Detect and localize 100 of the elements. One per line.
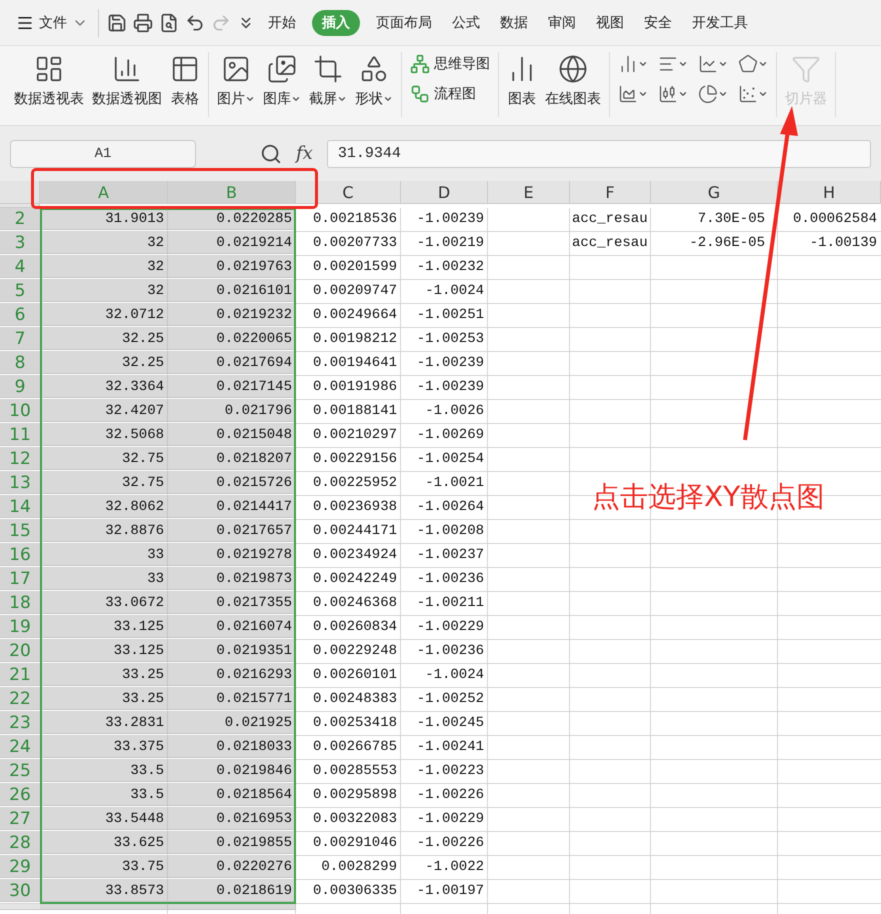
table-cell-text: -1.0024 (424, 282, 485, 300)
ribbon-tab[interactable]: 公式 (448, 10, 484, 36)
ribbon-tab[interactable]: 页面布局 (372, 10, 436, 36)
table-cell-text: -1.00219 (416, 234, 485, 252)
ribbon-button[interactable]: 图表 (505, 52, 539, 110)
table-cell: 32.25 (40, 352, 168, 374)
table-cell-text: 0.00306335 (312, 882, 398, 900)
ribbon-tab[interactable]: 视图 (592, 10, 628, 36)
row-header[interactable]: 3 (0, 232, 40, 254)
row-header[interactable]: 21 (0, 664, 40, 686)
ribbon-tab[interactable]: 安全 (640, 10, 676, 36)
ribbon-tab[interactable]: 插入 (312, 10, 360, 36)
column-header[interactable]: D (401, 181, 488, 204)
ribbon-button[interactable]: 表格 (168, 52, 202, 110)
ribbon-button[interactable]: 数据透视表 (12, 52, 86, 110)
table-cell: 32 (40, 232, 168, 254)
row-header[interactable]: 15 (0, 520, 40, 542)
table-cell-text: -1.00211 (416, 594, 485, 612)
row-header[interactable]: 9 (0, 376, 40, 398)
ribbon-button[interactable]: 数据透视图 (90, 52, 164, 110)
column-header[interactable]: B (168, 181, 296, 204)
ribbon-tab[interactable]: 审阅 (544, 10, 580, 36)
insert-function-button[interactable]: fx (296, 143, 313, 164)
column-header[interactable]: H (778, 181, 881, 204)
row-header[interactable]: 20 (0, 640, 40, 662)
file-menu[interactable]: 文件 (12, 6, 92, 38)
caret-icon (291, 94, 301, 104)
row-header[interactable]: 16 (0, 544, 40, 566)
table-cell: 33.25 (40, 688, 168, 710)
row-header[interactable]: 25 (0, 760, 40, 782)
table-cell: 32.3364 (40, 376, 168, 398)
table-cell: 0.0218207 (168, 448, 296, 470)
row-header[interactable]: 2 (0, 208, 40, 230)
row-header[interactable]: 10 (0, 400, 40, 422)
row-header[interactable]: 6 (0, 304, 40, 326)
table-cell-text: -1.00236 (416, 642, 485, 660)
ribbon-button[interactable]: 图库 (261, 52, 303, 110)
table-cell-text: -1.00223 (416, 762, 485, 780)
table-cell-text: -1.00252 (416, 690, 485, 708)
scatter-chart-icon (738, 84, 758, 104)
table-cell-text: 0.00207733 (312, 234, 398, 252)
table-cell-text: -1.00251 (416, 306, 485, 324)
table-cell-text: 0.00246368 (312, 594, 398, 612)
column-header[interactable]: C (296, 181, 401, 204)
table-cell: 0.0216953 (168, 808, 296, 830)
row-header[interactable]: 30 (0, 880, 40, 902)
table-cell: 0.0216293 (168, 664, 296, 686)
table-cell: 0.0215048 (168, 424, 296, 446)
row-header[interactable]: 4 (0, 256, 40, 278)
row-header[interactable]: 28 (0, 832, 40, 854)
row-header[interactable]: 26 (0, 784, 40, 806)
table-cell: 0.0219278 (168, 544, 296, 566)
shapes-icon (359, 54, 389, 84)
table-cell: 0.0217355 (168, 592, 296, 614)
search-icon[interactable] (260, 142, 282, 164)
row-header[interactable]: 12 (0, 448, 40, 470)
row-header[interactable]: 5 (0, 280, 40, 302)
ribbon-tab[interactable]: 开发工具 (688, 10, 752, 36)
ribbon-button[interactable]: 思维导图 (408, 52, 492, 76)
ribbon-button[interactable]: 截屏 (307, 52, 349, 110)
row-header[interactable]: 18 (0, 592, 40, 614)
row-header[interactable]: 23 (0, 712, 40, 734)
table-cell: 0.0216101 (168, 280, 296, 302)
table-cell-text: -1.0026 (424, 402, 485, 420)
table-cell: 0.0219351 (168, 640, 296, 662)
ribbon-button[interactable]: 图片 (215, 52, 257, 110)
ribbon-button[interactable]: 在线图表 (543, 52, 603, 110)
ribbon-tab[interactable]: 开始 (264, 10, 300, 36)
select-all-corner[interactable] (0, 181, 40, 204)
row-header[interactable]: 14 (0, 496, 40, 518)
column-header[interactable]: F (570, 181, 651, 204)
column-header[interactable]: E (488, 181, 570, 204)
crop-icon (313, 54, 343, 84)
row-header[interactable]: 7 (0, 328, 40, 350)
table-cell-text: -1.0021 (424, 474, 485, 492)
annotation-text: 点击选择XY散点图 (592, 479, 824, 515)
ribbon-tab[interactable]: 数据 (496, 10, 532, 36)
row-header[interactable]: 11 (0, 424, 40, 446)
table-cell: 33.2831 (40, 712, 168, 734)
column-header[interactable]: G (651, 181, 778, 204)
ribbon-button[interactable]: 流程图 (408, 82, 492, 106)
row-header[interactable]: 22 (0, 688, 40, 710)
ribbon-button[interactable]: 形状 (353, 52, 395, 110)
table-cell-text: -1.00232 (416, 258, 485, 276)
row-header[interactable]: 24 (0, 736, 40, 758)
formula-field[interactable]: 31.9344 (326, 140, 871, 168)
table-cell: 32.5068 (40, 424, 168, 446)
row-header[interactable]: 8 (0, 352, 40, 374)
row-header[interactable]: 17 (0, 568, 40, 590)
row-header[interactable]: 27 (0, 808, 40, 830)
caret-icon (718, 89, 728, 99)
table-cell-text: acc_resau (571, 234, 649, 252)
row-header[interactable]: 13 (0, 472, 40, 494)
table-cell-text: 0.00188141 (312, 402, 398, 420)
table-cell-text: -1.00236 (416, 570, 485, 588)
row-header[interactable]: 19 (0, 616, 40, 638)
table-cell-text: -1.00239 (416, 354, 485, 372)
row-header[interactable]: 29 (0, 856, 40, 878)
name-box[interactable]: A1 (10, 140, 196, 168)
column-header[interactable]: A (40, 181, 168, 204)
